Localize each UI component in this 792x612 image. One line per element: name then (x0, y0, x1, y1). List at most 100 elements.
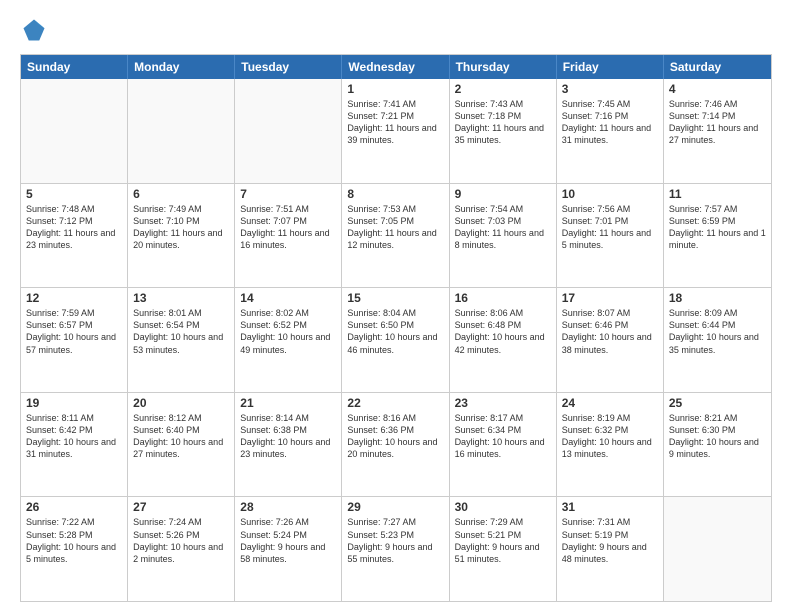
day-number: 6 (133, 187, 229, 201)
day-cell-12: 12 Sunrise: 7:59 AM Sunset: 6:57 PM Dayli… (21, 288, 128, 392)
day-info: Sunrise: 7:46 AM Sunset: 7:14 PM Dayligh… (669, 98, 766, 147)
day-number: 14 (240, 291, 336, 305)
day-cell-10: 10Sunrise: 7:56 AM Sunset: 7:01 PM Dayli… (557, 184, 664, 288)
day-info: Sunrise: 8:09 AM Sunset: 6:44 PM Dayligh… (669, 307, 766, 356)
day-number: 4 (669, 82, 766, 96)
day-cell-9: 9 Sunrise: 7:54 AM Sunset: 7:03 PM Daylig… (450, 184, 557, 288)
day-info: Sunrise: 8:19 AM Sunset: 6:32 PM Dayligh… (562, 412, 658, 461)
day-cell-18: 18 Sunrise: 8:09 AM Sunset: 6:44 PM Dayli… (664, 288, 771, 392)
day-info: Sunrise: 7:56 AM Sunset: 7:01 PM Dayligh… (562, 203, 658, 252)
day-cell-13: 13Sunrise: 8:01 AM Sunset: 6:54 PM Dayli… (128, 288, 235, 392)
header-day-tuesday: Tuesday (235, 55, 342, 79)
day-cell-27: 27 Sunrise: 7:24 AM Sunset: 5:26 PM Dayli… (128, 497, 235, 601)
day-cell-28: 28 Sunrise: 7:26 AM Sunset: 5:24 PM Dayli… (235, 497, 342, 601)
day-cell-21: 21 Sunrise: 8:14 AM Sunset: 6:38 PM Dayli… (235, 393, 342, 497)
header (20, 16, 772, 44)
empty-cell (128, 79, 235, 183)
day-info: Sunrise: 7:24 AM Sunset: 5:26 PM Dayligh… (133, 516, 229, 565)
day-cell-5: 5 Sunrise: 7:48 AM Sunset: 7:12 PM Daylig… (21, 184, 128, 288)
day-info: Sunrise: 7:41 AM Sunset: 7:21 PM Dayligh… (347, 98, 443, 147)
day-info: Sunrise: 7:29 AM Sunset: 5:21 PM Dayligh… (455, 516, 551, 565)
calendar-row-1: 5 Sunrise: 7:48 AM Sunset: 7:12 PM Daylig… (21, 184, 771, 289)
day-info: Sunrise: 7:26 AM Sunset: 5:24 PM Dayligh… (240, 516, 336, 565)
day-info: Sunrise: 7:45 AM Sunset: 7:16 PM Dayligh… (562, 98, 658, 147)
day-number: 25 (669, 396, 766, 410)
day-number: 15 (347, 291, 443, 305)
day-number: 17 (562, 291, 658, 305)
day-info: Sunrise: 8:14 AM Sunset: 6:38 PM Dayligh… (240, 412, 336, 461)
day-info: Sunrise: 7:51 AM Sunset: 7:07 PM Dayligh… (240, 203, 336, 252)
day-number: 20 (133, 396, 229, 410)
day-number: 16 (455, 291, 551, 305)
calendar-header: SundayMondayTuesdayWednesdayThursdayFrid… (21, 55, 771, 79)
day-info: Sunrise: 8:11 AM Sunset: 6:42 PM Dayligh… (26, 412, 122, 461)
day-info: Sunrise: 8:12 AM Sunset: 6:40 PM Dayligh… (133, 412, 229, 461)
day-cell-3: 3 Sunrise: 7:45 AM Sunset: 7:16 PM Daylig… (557, 79, 664, 183)
day-info: Sunrise: 8:01 AM Sunset: 6:54 PM Dayligh… (133, 307, 229, 356)
day-cell-2: 2 Sunrise: 7:43 AM Sunset: 7:18 PM Daylig… (450, 79, 557, 183)
day-number: 8 (347, 187, 443, 201)
day-cell-24: 24 Sunrise: 8:19 AM Sunset: 6:32 PM Dayli… (557, 393, 664, 497)
day-number: 22 (347, 396, 443, 410)
day-cell-22: 22Sunrise: 8:16 AM Sunset: 6:36 PM Dayli… (342, 393, 449, 497)
day-cell-15: 15 Sunrise: 8:04 AM Sunset: 6:50 PM Dayli… (342, 288, 449, 392)
day-cell-26: 26Sunrise: 7:22 AM Sunset: 5:28 PM Dayli… (21, 497, 128, 601)
calendar-row-4: 26Sunrise: 7:22 AM Sunset: 5:28 PM Dayli… (21, 497, 771, 601)
day-info: Sunrise: 8:17 AM Sunset: 6:34 PM Dayligh… (455, 412, 551, 461)
day-info: Sunrise: 8:06 AM Sunset: 6:48 PM Dayligh… (455, 307, 551, 356)
day-cell-20: 20 Sunrise: 8:12 AM Sunset: 6:40 PM Dayli… (128, 393, 235, 497)
day-cell-8: 8 Sunrise: 7:53 AM Sunset: 7:05 PM Daylig… (342, 184, 449, 288)
day-number: 3 (562, 82, 658, 96)
day-number: 29 (347, 500, 443, 514)
day-cell-11: 11Sunrise: 7:57 AM Sunset: 6:59 PM Dayli… (664, 184, 771, 288)
day-number: 31 (562, 500, 658, 514)
empty-cell (664, 497, 771, 601)
day-cell-31: 31 Sunrise: 7:31 AM Sunset: 5:19 PM Dayli… (557, 497, 664, 601)
day-cell-1: 1 Sunrise: 7:41 AM Sunset: 7:21 PM Daylig… (342, 79, 449, 183)
day-info: Sunrise: 7:48 AM Sunset: 7:12 PM Dayligh… (26, 203, 122, 252)
calendar-row-0: 1 Sunrise: 7:41 AM Sunset: 7:21 PM Daylig… (21, 79, 771, 184)
logo (20, 16, 52, 44)
day-cell-19: 19 Sunrise: 8:11 AM Sunset: 6:42 PM Dayli… (21, 393, 128, 497)
day-info: Sunrise: 8:04 AM Sunset: 6:50 PM Dayligh… (347, 307, 443, 356)
day-number: 30 (455, 500, 551, 514)
header-day-monday: Monday (128, 55, 235, 79)
header-day-sunday: Sunday (21, 55, 128, 79)
day-number: 12 (26, 291, 122, 305)
day-number: 5 (26, 187, 122, 201)
logo-icon (20, 16, 48, 44)
day-cell-25: 25Sunrise: 8:21 AM Sunset: 6:30 PM Dayli… (664, 393, 771, 497)
calendar-body: 1 Sunrise: 7:41 AM Sunset: 7:21 PM Daylig… (21, 79, 771, 601)
header-day-friday: Friday (557, 55, 664, 79)
day-info: Sunrise: 8:02 AM Sunset: 6:52 PM Dayligh… (240, 307, 336, 356)
calendar-row-3: 19 Sunrise: 8:11 AM Sunset: 6:42 PM Dayli… (21, 393, 771, 498)
empty-cell (21, 79, 128, 183)
day-number: 9 (455, 187, 551, 201)
day-number: 24 (562, 396, 658, 410)
day-cell-29: 29 Sunrise: 7:27 AM Sunset: 5:23 PM Dayli… (342, 497, 449, 601)
day-number: 19 (26, 396, 122, 410)
day-info: Sunrise: 7:54 AM Sunset: 7:03 PM Dayligh… (455, 203, 551, 252)
day-number: 18 (669, 291, 766, 305)
day-info: Sunrise: 7:59 AM Sunset: 6:57 PM Dayligh… (26, 307, 122, 356)
header-day-thursday: Thursday (450, 55, 557, 79)
day-number: 2 (455, 82, 551, 96)
day-cell-4: 4 Sunrise: 7:46 AM Sunset: 7:14 PM Daylig… (664, 79, 771, 183)
day-info: Sunrise: 7:27 AM Sunset: 5:23 PM Dayligh… (347, 516, 443, 565)
day-info: Sunrise: 7:43 AM Sunset: 7:18 PM Dayligh… (455, 98, 551, 147)
day-info: Sunrise: 7:57 AM Sunset: 6:59 PM Dayligh… (669, 203, 766, 252)
day-cell-14: 14 Sunrise: 8:02 AM Sunset: 6:52 PM Dayli… (235, 288, 342, 392)
day-number: 21 (240, 396, 336, 410)
day-info: Sunrise: 7:31 AM Sunset: 5:19 PM Dayligh… (562, 516, 658, 565)
day-cell-16: 16 Sunrise: 8:06 AM Sunset: 6:48 PM Dayli… (450, 288, 557, 392)
header-day-saturday: Saturday (664, 55, 771, 79)
day-info: Sunrise: 7:53 AM Sunset: 7:05 PM Dayligh… (347, 203, 443, 252)
day-number: 23 (455, 396, 551, 410)
day-number: 28 (240, 500, 336, 514)
day-number: 1 (347, 82, 443, 96)
day-cell-6: 6Sunrise: 7:49 AM Sunset: 7:10 PM Daylig… (128, 184, 235, 288)
day-cell-30: 30 Sunrise: 7:29 AM Sunset: 5:21 PM Dayli… (450, 497, 557, 601)
calendar: SundayMondayTuesdayWednesdayThursdayFrid… (20, 54, 772, 602)
day-cell-17: 17Sunrise: 8:07 AM Sunset: 6:46 PM Dayli… (557, 288, 664, 392)
day-number: 27 (133, 500, 229, 514)
